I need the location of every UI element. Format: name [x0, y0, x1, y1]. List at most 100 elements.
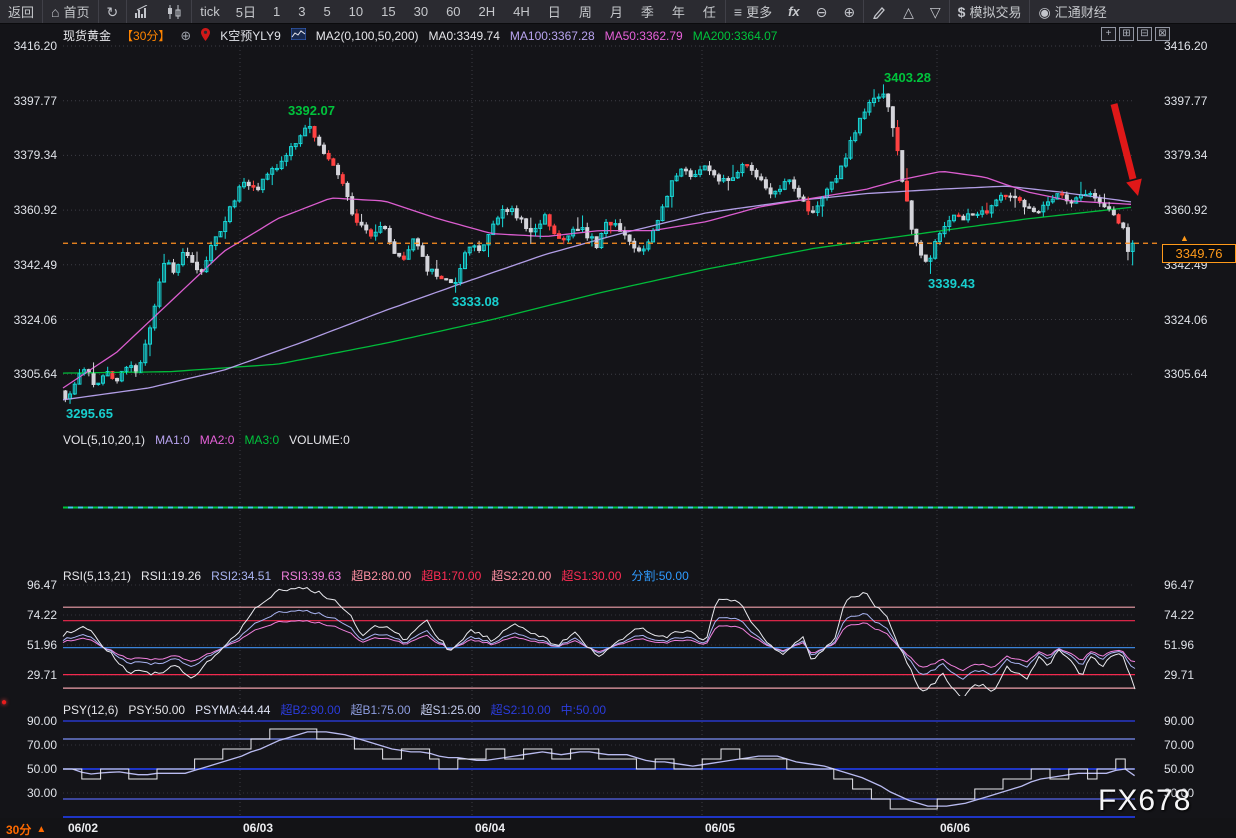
ma-settings: MA2(0,100,50,200)	[316, 29, 419, 43]
toolbar-item-zoom-in[interactable]: ⊕	[835, 0, 863, 23]
toolbar-item-m1[interactable]: 1	[264, 0, 289, 23]
toolbar-item-tick[interactable]: tick	[191, 0, 228, 23]
annotation-swing-low-2: 3339.43	[928, 276, 975, 291]
toolbar-item-year[interactable]: 年	[663, 0, 694, 23]
rsi-header-value-1: RSI2:34.51	[211, 569, 271, 583]
psy-axis-tick-l-0: 90.00	[0, 714, 57, 728]
rsi-header-value-5: 超S2:20.00	[491, 567, 551, 584]
annotation-swing-high-2: 3403.28	[884, 70, 931, 85]
candle-chart-icon	[167, 5, 183, 19]
pane-corner-tools: +⊞⊟⊠	[1101, 27, 1170, 41]
main-header-value-2: MA50:3362.79	[605, 29, 683, 43]
brand-icon: ◉	[1038, 5, 1050, 19]
pane-collapse-icon[interactable]: ⊠	[1155, 27, 1170, 41]
alert-dot-icon: ●	[1, 697, 7, 708]
psy-header-value-4: 超S1:25.00	[421, 701, 481, 718]
toolbar-item-h2[interactable]: 2H	[470, 0, 505, 23]
psy-axis-tick-r-0: 90.00	[1164, 714, 1194, 728]
toolbar: 返回 ⌂首页↻ tick 5日135 10 1530 60 2H4H 日周月季年任≡更多 fx ⊖ ⊕…	[0, 0, 1236, 24]
psy-header-value-0: PSY:50.00	[128, 703, 185, 717]
toolbar-item-label: 返回	[8, 2, 34, 21]
triangle-down-icon: ▽	[930, 5, 941, 19]
toolbar-item-refresh[interactable]: ↻	[98, 0, 127, 23]
price-axis-tick-l-1: 3397.77	[0, 94, 57, 108]
vol-header: VOL(5,10,20,1)MA1:0MA2:0MA3:0VOLUME:0	[63, 433, 350, 447]
toolbar-item-back[interactable]: 返回	[0, 0, 42, 23]
triangle-up-icon: △	[903, 5, 914, 19]
price-axis-tick-r-2: 3379.34	[1164, 148, 1207, 162]
price-axis-tick-r-1: 3397.77	[1164, 94, 1207, 108]
menu-icon: ≡	[734, 5, 742, 19]
toolbar-item-tri-down[interactable]: ▽	[922, 0, 949, 23]
toolbar-item-candle-chart[interactable]	[159, 0, 191, 23]
toolbar-item-label: fx	[788, 4, 800, 19]
symbol-name: 现货黄金	[63, 27, 111, 44]
toolbar-item-label: 10	[349, 4, 363, 19]
annotation-swing-high-1: 3392.07	[288, 103, 335, 118]
toolbar-item-m60[interactable]: 60	[437, 0, 469, 23]
price-axis-tick-l-2: 3379.34	[0, 148, 57, 162]
main-header-value-1: MA100:3367.28	[510, 29, 595, 43]
chart-plot[interactable]	[0, 0, 1236, 818]
toolbar-item-bar-chart[interactable]	[126, 0, 159, 23]
psy-header: PSY(12,6)PSY:50.00PSYMA:44.44超B2:90.00超B…	[63, 701, 606, 718]
toolbar-item-more[interactable]: ≡更多	[725, 0, 780, 23]
price-axis-tick-r-6: 3305.64	[1164, 367, 1207, 381]
period-tag: 【30分】	[121, 27, 170, 44]
toolbar-item-5d[interactable]: 5日	[228, 0, 264, 23]
pane-layout-left-icon[interactable]: ⊞	[1119, 27, 1134, 41]
date-label-3: 06/05	[705, 821, 735, 835]
zoom-out-icon: ⊖	[816, 5, 828, 19]
toolbar-item-sim-trade[interactable]: $模拟交易	[949, 0, 1030, 23]
price-axis-tick-l-0: 3416.20	[0, 39, 57, 53]
annotation-swing-low-1: 3333.08	[452, 294, 499, 309]
toolbar-item-label: 首页	[63, 2, 89, 21]
toolbar-item-home[interactable]: ⌂首页	[42, 0, 97, 23]
price-axis-tick-r-5: 3324.06	[1164, 313, 1207, 327]
triangle-up-icon: ▲	[36, 824, 46, 835]
toolbar-item-m5[interactable]: 5	[314, 0, 339, 23]
toolbar-item-label: 季	[641, 2, 654, 21]
main-header-value-0: MA0:3349.74	[429, 29, 500, 43]
rsi-header-value-0: RSI1:19.26	[141, 569, 201, 583]
toolbar-item-custom[interactable]: 任	[694, 0, 725, 23]
toolbar-item-m30[interactable]: 30	[405, 0, 437, 23]
toolbar-item-m3[interactable]: 3	[289, 0, 314, 23]
toolbar-item-month[interactable]: 月	[601, 0, 632, 23]
toolbar-item-h4[interactable]: 4H	[504, 0, 539, 23]
price-axis-tick-l-3: 3360.92	[0, 203, 57, 217]
toolbar-item-label: 60	[446, 4, 460, 19]
toolbar-item-m10[interactable]: 10	[340, 0, 372, 23]
date-label-0: 06/02	[68, 821, 98, 835]
toolbar-item-week[interactable]: 周	[570, 0, 601, 23]
vol-header-value-3: VOLUME:0	[289, 433, 350, 447]
psy-header-value-3: 超B1:75.00	[351, 701, 411, 718]
watermark: FX678	[1098, 784, 1191, 818]
pin-icon[interactable]	[201, 28, 210, 44]
toolbar-item-quarter[interactable]: 季	[632, 0, 663, 23]
zoom-in-icon: ⊕	[843, 5, 855, 19]
pane-layout-right-icon[interactable]: ⊟	[1137, 27, 1152, 41]
time-axis: 30分 ▲ 06/0206/0306/0406/0506/06	[0, 818, 1236, 838]
down-arrow-annotation	[1126, 179, 1142, 197]
psy-axis-tick-l-2: 50.00	[0, 762, 57, 776]
toolbar-item-label: tick	[200, 4, 220, 19]
crosshair-icon[interactable]: +	[1101, 27, 1116, 41]
toolbar-item-label: 日	[548, 2, 561, 21]
study-chart-icon	[291, 28, 306, 43]
toolbar-item-draw[interactable]	[863, 0, 895, 23]
toolbar-item-brand[interactable]: ◉汇通财经	[1029, 0, 1114, 23]
rsi-header: RSI(5,13,21)RSI1:19.26RSI2:34.51RSI3:39.…	[63, 567, 689, 584]
toolbar-item-tri-up[interactable]: △	[895, 0, 922, 23]
toolbar-item-day[interactable]: 日	[539, 0, 570, 23]
toolbar-item-fx[interactable]: fx	[780, 0, 808, 23]
rsi-axis-tick-l-0: 96.47	[0, 578, 57, 592]
rsi-axis-tick-l-1: 74.22	[0, 608, 57, 622]
toolbar-item-m15[interactable]: 15	[372, 0, 404, 23]
price-axis-tick-l-4: 3342.49	[0, 258, 57, 272]
period-badge[interactable]: 30分 ▲	[6, 821, 46, 838]
rsi-header-value-2: RSI3:39.63	[281, 569, 341, 583]
toolbar-item-zoom-out[interactable]: ⊖	[808, 0, 836, 23]
compare-icon[interactable]: ⊕	[180, 28, 191, 44]
vol-header-value-0: MA1:0	[155, 433, 190, 447]
